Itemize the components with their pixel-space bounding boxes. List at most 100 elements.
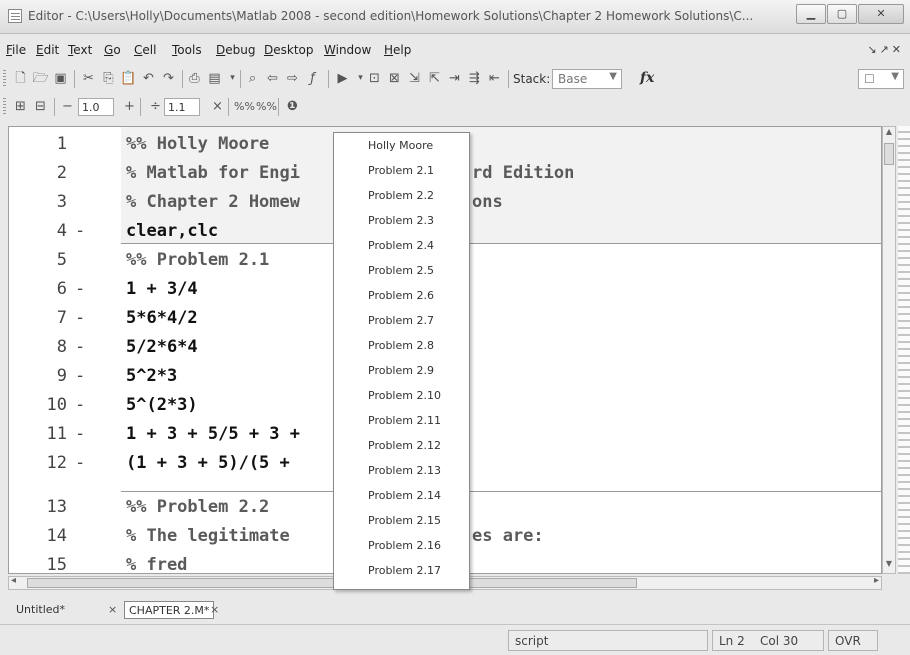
scroll-up-icon[interactable]: ▲ bbox=[883, 127, 895, 141]
dropdown-item[interactable]: Problem 2.5 bbox=[368, 264, 434, 277]
breakpoint-marker[interactable]: - bbox=[75, 366, 85, 386]
breakpoint-marker[interactable]: - bbox=[75, 453, 85, 473]
dropdown-item[interactable]: Problem 2.1 bbox=[368, 164, 434, 177]
breakpoint-marker[interactable]: - bbox=[75, 395, 85, 415]
dropdown-item[interactable]: Problem 2.16 bbox=[368, 539, 441, 552]
menu-file[interactable]: File bbox=[6, 43, 26, 57]
dropdown-item[interactable]: Problem 2.4 bbox=[368, 239, 434, 252]
undo-icon[interactable]: ↶ bbox=[140, 70, 157, 87]
set-breakpoint-icon[interactable]: ⊡ bbox=[366, 70, 383, 87]
scroll-thumb[interactable] bbox=[884, 143, 894, 165]
breakpoint-marker[interactable]: - bbox=[75, 308, 85, 328]
continue-icon[interactable]: ⇶ bbox=[466, 70, 483, 87]
minimize-button[interactable]: ▁ bbox=[796, 4, 826, 24]
menu-window[interactable]: Window bbox=[324, 43, 371, 57]
dropdown-item[interactable]: Problem 2.11 bbox=[368, 414, 441, 427]
copy-icon[interactable]: ⎘ bbox=[100, 70, 117, 87]
code-text[interactable]: %% Holly Moore bbox=[126, 134, 269, 154]
step-out-icon[interactable]: ⇥ bbox=[446, 70, 463, 87]
dropdown-item[interactable]: Problem 2.3 bbox=[368, 214, 434, 227]
cut-icon[interactable]: ✂ bbox=[80, 70, 97, 87]
dropdown-item[interactable]: Problem 2.8 bbox=[368, 339, 434, 352]
code-overview-strip[interactable] bbox=[898, 126, 910, 574]
dropdown-item[interactable]: Problem 2.14 bbox=[368, 489, 441, 502]
dropdown-item[interactable]: Problem 2.12 bbox=[368, 439, 441, 452]
breakpoint-marker[interactable]: - bbox=[75, 221, 85, 241]
code-text[interactable]: %% Problem 2.2 bbox=[126, 497, 269, 517]
close-tab-icon[interactable]: × bbox=[210, 603, 219, 616]
back-arrow-icon[interactable]: ⇦ bbox=[264, 70, 281, 87]
dropdown-item[interactable]: Holly Moore bbox=[368, 139, 433, 152]
breakpoint-marker[interactable]: - bbox=[75, 337, 85, 357]
decrement-value-field[interactable]: 1.0 bbox=[78, 98, 114, 116]
dropdown-item[interactable]: Problem 2.15 bbox=[368, 514, 441, 527]
forward-arrow-icon[interactable]: ⇨ bbox=[284, 70, 301, 87]
clear-breakpoints-icon[interactable]: ⊠ bbox=[386, 70, 403, 87]
increment-icon[interactable]: + bbox=[124, 99, 135, 114]
insert-cell-divider-icon[interactable]: %% bbox=[234, 98, 255, 115]
new-file-icon[interactable]: 🗋 bbox=[12, 70, 29, 87]
menu-debug[interactable]: Debug bbox=[216, 43, 255, 57]
code-text[interactable]: (1 + 3 + 5)/(5 + bbox=[126, 453, 290, 473]
redo-icon[interactable]: ↷ bbox=[160, 70, 177, 87]
breakpoint-marker[interactable]: - bbox=[75, 424, 85, 444]
menu-cell[interactable]: Cell bbox=[134, 43, 156, 57]
code-text-fragment[interactable]: rd Edition bbox=[472, 163, 574, 183]
menu-go[interactable]: Go bbox=[104, 43, 121, 57]
code-text[interactable]: % Matlab for Engi bbox=[126, 163, 300, 183]
code-text[interactable]: % Chapter 2 Homew bbox=[126, 192, 300, 212]
scroll-thumb[interactable] bbox=[27, 578, 637, 588]
step-in-icon[interactable]: ⇱ bbox=[426, 70, 443, 87]
exit-debug-icon[interactable]: ⇤ bbox=[486, 70, 503, 87]
toolbar-grip[interactable] bbox=[3, 98, 6, 116]
code-text-fragment[interactable]: ons bbox=[472, 192, 503, 212]
evaluate-cell-icon[interactable]: ⊞ bbox=[12, 98, 29, 115]
scroll-down-icon[interactable]: ▼ bbox=[883, 559, 895, 573]
scroll-right-icon[interactable]: ▸ bbox=[874, 575, 879, 586]
publish-icon[interactable]: ▤ bbox=[206, 70, 223, 87]
code-text[interactable]: 5*6*4/2 bbox=[126, 308, 198, 328]
dropdown-item[interactable]: Problem 2.6 bbox=[368, 289, 434, 302]
publish-dropdown-icon[interactable]: ▾ bbox=[224, 70, 241, 87]
close-tab-icon[interactable]: × bbox=[108, 603, 117, 616]
code-text[interactable]: 5^2*3 bbox=[126, 366, 177, 386]
scroll-left-icon[interactable]: ◂ bbox=[11, 575, 16, 586]
stack-select[interactable]: Base ▼ bbox=[552, 69, 622, 89]
run-icon[interactable]: ▶ bbox=[334, 70, 351, 87]
tab-untitled[interactable]: Untitled* bbox=[12, 601, 69, 619]
open-file-icon[interactable]: 🗁 bbox=[32, 70, 49, 87]
code-text[interactable]: 5/2*6*4 bbox=[126, 337, 198, 357]
dropdown-item[interactable]: Problem 2.13 bbox=[368, 464, 441, 477]
show-cell-titles-icon[interactable]: ❶ bbox=[284, 98, 301, 115]
code-text[interactable]: clear,clc bbox=[126, 221, 218, 241]
function-browser-icon[interactable]: ƒ bbox=[304, 70, 321, 87]
vertical-scrollbar[interactable]: ▲ ▼ bbox=[882, 126, 896, 574]
dropdown-item[interactable]: Problem 2.10 bbox=[368, 389, 441, 402]
divide-icon[interactable]: ÷ bbox=[150, 99, 161, 114]
remove-cell-divider-icon[interactable]: %% bbox=[256, 98, 277, 115]
dropdown-item[interactable]: Problem 2.17 bbox=[368, 564, 441, 577]
paste-icon[interactable]: 📋 bbox=[120, 70, 137, 87]
breakpoint-marker[interactable]: - bbox=[75, 279, 85, 299]
decrement-icon[interactable]: − bbox=[62, 99, 73, 114]
dropdown-item[interactable]: Problem 2.2 bbox=[368, 189, 434, 202]
code-text[interactable]: %% Problem 2.1 bbox=[126, 250, 269, 270]
code-text[interactable]: % The legitimate bbox=[126, 526, 290, 546]
menu-text[interactable]: Text bbox=[68, 43, 92, 57]
menu-help[interactable]: Help bbox=[384, 43, 411, 57]
menu-desktop[interactable]: Desktop bbox=[264, 43, 314, 57]
print-icon[interactable]: ⎙ bbox=[186, 70, 203, 87]
maximize-button[interactable]: ▢ bbox=[827, 4, 857, 24]
close-button[interactable]: ✕ bbox=[858, 4, 904, 24]
divide-value-field[interactable]: 1.1 bbox=[164, 98, 200, 116]
dock-controls[interactable]: ↘↗✕ bbox=[867, 43, 904, 56]
multiply-icon[interactable]: × bbox=[212, 99, 223, 114]
dropdown-item[interactable]: Problem 2.7 bbox=[368, 314, 434, 327]
dropdown-item[interactable]: Problem 2.9 bbox=[368, 364, 434, 377]
tab-chapter-2[interactable]: CHAPTER 2.M* bbox=[124, 601, 215, 619]
code-text[interactable]: 5^(2*3) bbox=[126, 395, 198, 415]
fx-icon[interactable]: fx bbox=[640, 70, 654, 86]
evaluate-advance-icon[interactable]: ⊟ bbox=[32, 98, 49, 115]
menu-tools[interactable]: Tools bbox=[172, 43, 202, 57]
save-icon[interactable]: ▣ bbox=[52, 70, 69, 87]
